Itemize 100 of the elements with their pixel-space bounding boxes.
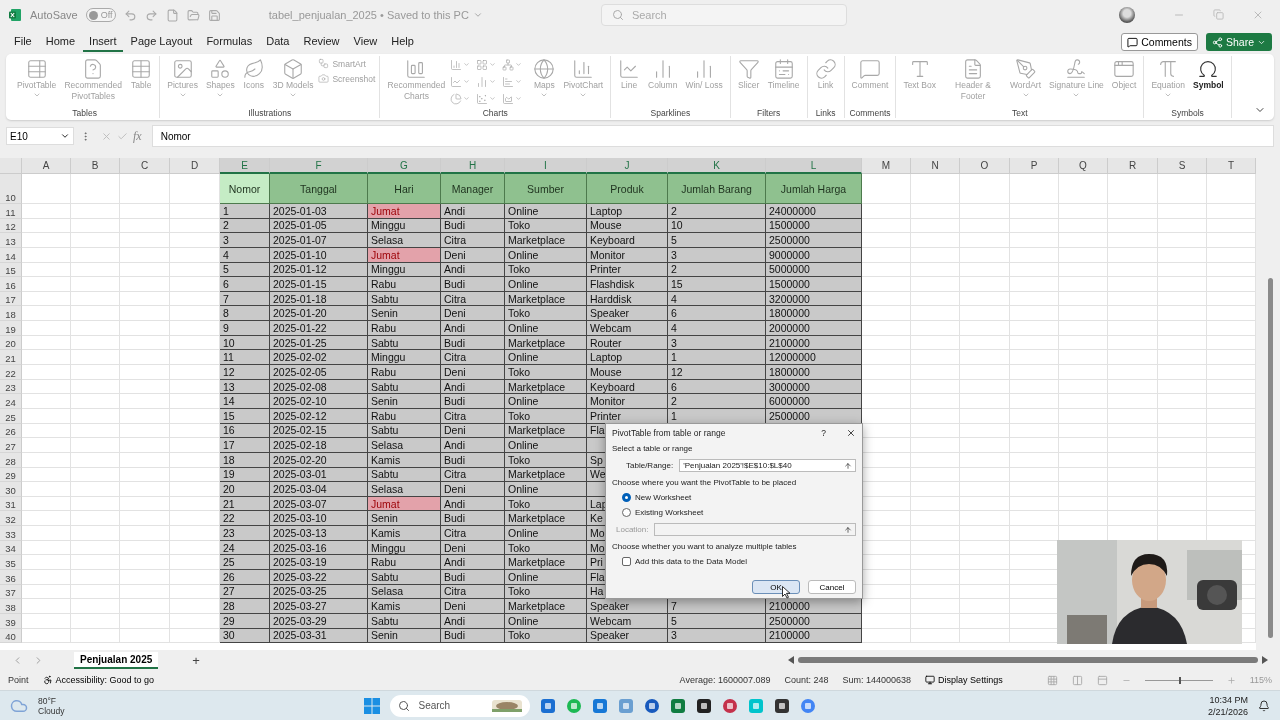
heading-letter[interactable]: S xyxy=(1158,158,1207,174)
collapse-dialog-icon[interactable] xyxy=(844,525,852,534)
caret-icon xyxy=(489,61,497,68)
scroll-right-icon[interactable] xyxy=(1262,656,1268,664)
heading-letter[interactable]: G xyxy=(368,158,441,174)
horizontal-scrollbar[interactable] xyxy=(788,655,1268,665)
checkbox[interactable] xyxy=(622,557,631,566)
row-header[interactable]: 18 xyxy=(0,306,22,322)
row-header[interactable]: 35 xyxy=(0,555,22,570)
scroll-left-icon[interactable] xyxy=(788,656,794,664)
row-header[interactable]: 30 xyxy=(0,482,22,497)
menu-tab[interactable]: Page Layout xyxy=(124,32,199,52)
undo-icon[interactable] xyxy=(123,8,137,22)
radio-button[interactable] xyxy=(622,493,631,502)
avatar[interactable] xyxy=(1119,7,1135,23)
heading-letter[interactable]: L xyxy=(766,158,862,174)
row-header[interactable]: 24 xyxy=(0,394,22,409)
add-sheet-button[interactable]: + xyxy=(192,652,200,668)
document-icon[interactable] xyxy=(165,8,179,22)
app-icon[interactable] xyxy=(774,697,791,714)
empty-cell xyxy=(120,379,170,395)
heading-letter[interactable]: B xyxy=(71,158,120,174)
heading-letter[interactable]: E xyxy=(220,158,270,174)
windows-logo-icon[interactable] xyxy=(364,697,381,714)
heading-letter[interactable]: D xyxy=(170,158,220,174)
cancel-button[interactable]: Cancel xyxy=(808,580,856,594)
row-header[interactable]: 27 xyxy=(0,438,22,453)
share-button[interactable]: Share xyxy=(1205,33,1272,51)
taskbar-search-field[interactable]: Search xyxy=(390,694,531,717)
empty-cell xyxy=(960,496,1010,512)
app-icon[interactable] xyxy=(696,697,713,714)
heading-letter[interactable]: R xyxy=(1108,158,1158,174)
table-cell: Deni xyxy=(441,599,505,614)
menu-tab[interactable]: Data xyxy=(260,32,296,52)
folder-icon[interactable] xyxy=(186,8,200,22)
heading-letter[interactable]: K xyxy=(668,158,766,174)
menu-tab[interactable]: Formulas xyxy=(200,32,259,52)
restore-icon[interactable] xyxy=(1213,9,1224,20)
row-header[interactable]: 19 xyxy=(0,321,22,336)
row-header[interactable]: 36 xyxy=(0,570,22,585)
empty-cell xyxy=(1059,306,1108,322)
row-header[interactable]: 38 xyxy=(0,599,22,614)
select-all-button[interactable] xyxy=(0,158,22,174)
empty-cell xyxy=(71,204,120,219)
page-break-icon[interactable] xyxy=(1096,674,1108,686)
heading-letter[interactable]: T xyxy=(1207,158,1256,174)
help-button[interactable]: ? xyxy=(821,428,826,438)
row-header[interactable]: 32 xyxy=(0,511,22,527)
radio-button[interactable] xyxy=(622,508,631,517)
row-header[interactable]: 22 xyxy=(0,365,22,380)
cancel-icon[interactable] xyxy=(101,130,112,142)
heading-letter[interactable]: H xyxy=(441,158,505,174)
table-cell: Rabu xyxy=(368,277,441,292)
header-cell: Tanggal xyxy=(270,174,368,204)
sheet-tab[interactable]: Penjualan 2025 xyxy=(74,651,159,669)
heading-letter[interactable]: N xyxy=(911,158,960,174)
row-header[interactable]: 21 xyxy=(0,350,22,366)
location-field[interactable] xyxy=(654,523,856,536)
menu-tab[interactable]: View xyxy=(347,32,384,52)
notification-icon[interactable] xyxy=(1258,699,1270,712)
ok-button[interactable]: OK xyxy=(752,580,800,594)
table-cell: Budi xyxy=(441,511,505,527)
heading-letter[interactable]: C xyxy=(120,158,170,174)
heading-letter[interactable]: P xyxy=(1010,158,1059,174)
row-header[interactable]: 33 xyxy=(0,526,22,541)
collapse-dialog-icon[interactable] xyxy=(844,461,852,470)
row-header[interactable]: 11 xyxy=(0,204,22,219)
menu-tab[interactable]: Insert xyxy=(83,32,123,52)
display-settings-button[interactable]: Display Settings xyxy=(925,675,1003,685)
menu-tab[interactable]: Help xyxy=(385,32,420,52)
save-icon[interactable] xyxy=(207,8,221,22)
table-cell: 28 xyxy=(220,599,270,614)
name-box[interactable]: E10 xyxy=(6,127,74,145)
check-icon[interactable] xyxy=(117,130,128,142)
table-cell: Jumat xyxy=(368,204,441,219)
zoom-in-icon[interactable] xyxy=(1226,675,1236,685)
page-layout-icon[interactable] xyxy=(1071,674,1083,686)
comments-button[interactable]: Comments xyxy=(1121,33,1198,51)
heading-letter[interactable]: M xyxy=(862,158,911,174)
menu-tab[interactable]: Home xyxy=(39,32,82,52)
empty-cell xyxy=(911,628,960,644)
accessibility-button[interactable]: Accessibility: Good to go xyxy=(42,675,155,685)
redo-icon[interactable] xyxy=(144,8,158,22)
menu-tab[interactable]: Review xyxy=(297,32,346,52)
menu-tab[interactable]: File xyxy=(8,32,38,52)
heading-letter[interactable]: F xyxy=(270,158,368,174)
close-icon[interactable] xyxy=(846,428,856,438)
normal-view-icon[interactable] xyxy=(1046,674,1058,686)
formula-field[interactable]: Nomor xyxy=(151,125,1274,147)
empty-cell xyxy=(120,321,170,336)
heading-letter[interactable]: J xyxy=(587,158,668,174)
row-header[interactable]: 10 xyxy=(0,174,22,204)
row-header[interactable]: 13 xyxy=(0,233,22,248)
heading-letter[interactable]: Q xyxy=(1059,158,1108,174)
range-field[interactable]: 'Penjualan 2025'!$E$10:$L$40 xyxy=(679,459,856,472)
heading-letter[interactable]: O xyxy=(960,158,1010,174)
ribbon-button[interactable]: Symbol xyxy=(1190,56,1227,108)
heading-letter[interactable]: I xyxy=(505,158,587,174)
row-header[interactable]: 16 xyxy=(0,277,22,292)
heading-letter[interactable]: A xyxy=(22,158,71,174)
